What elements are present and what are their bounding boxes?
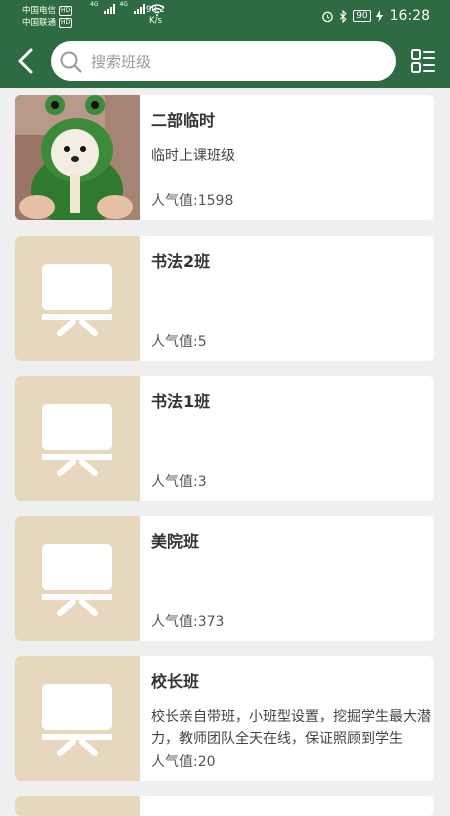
alarm-icon [322,11,333,22]
speed-value: 90.2 [146,5,165,15]
class-title: 书法2班 [151,252,211,271]
carrier-info: 中国电信 HD 中国联通 HD [22,5,73,29]
network-type-1: 4G [90,1,99,8]
class-description: 校长亲自带班，小班型设置，挖掘学生最大潜力，教师团队全天在线，保证照顾到学生 [151,709,431,747]
blackboard-icon [42,684,112,756]
back-icon[interactable] [12,46,42,76]
class-popularity: 人气值:1598 [151,193,234,209]
search-input[interactable] [89,41,383,83]
class-title: 校长班 [151,672,200,691]
class-card-partial[interactable] [15,796,434,816]
class-popularity: 人气值:20 [151,754,216,770]
class-card[interactable]: 美院班 人气值:373 [15,516,434,641]
class-thumbnail [15,376,140,501]
battery-indicator: 90 [353,10,371,22]
class-title: 书法1班 [151,392,211,411]
search-box[interactable] [51,41,396,83]
hd-badge-1: HD [59,6,73,16]
class-thumbnail [15,236,140,361]
class-title: 二部临时 [151,111,216,130]
speed-unit: K/s [149,16,162,26]
charging-icon [375,10,383,22]
class-thumbnail [15,656,140,781]
blackboard-icon [42,264,112,336]
search-icon [60,51,82,73]
blackboard-icon [42,404,112,476]
signal-icon-2 [133,4,145,14]
carrier-2: 中国联通 [22,18,57,28]
dog-photo [15,95,140,220]
class-popularity: 人气值:3 [151,474,207,490]
class-title: 美院班 [151,532,200,551]
network-speed: 90.2 K/s [146,5,165,27]
signal-icon-1 [104,4,116,14]
network-type-2: 4G [119,1,128,8]
status-bar: 中国电信 HD 中国联通 HD 4G 4G 90.2 K/s 90 16:28 [0,0,450,34]
hd-badge-2: HD [59,18,73,28]
class-popularity: 人气值:5 [151,334,207,350]
class-thumbnail-photo [15,95,140,220]
bluetooth-icon [340,9,347,23]
class-popularity: 人气值:373 [151,614,225,630]
class-card[interactable]: 书法2班 人气值:5 [15,236,434,361]
blackboard-icon [42,544,112,616]
carrier-1: 中国电信 [22,6,57,16]
status-right: 90 16:28 [321,8,430,24]
class-card[interactable]: 二部临时 临时上课班级 人气值:1598 [15,95,434,220]
class-card[interactable]: 校长班 校长亲自带班，小班型设置，挖掘学生最大潜力，教师团队全天在线，保证照顾到… [15,656,434,781]
class-description: 临时上课班级 [151,148,235,164]
class-card[interactable]: 书法1班 人气值:3 [15,376,434,501]
class-thumbnail [15,796,140,816]
clock: 16:28 [389,8,430,24]
list-view-icon[interactable] [410,48,436,74]
top-bar [0,34,450,88]
class-thumbnail [15,516,140,641]
